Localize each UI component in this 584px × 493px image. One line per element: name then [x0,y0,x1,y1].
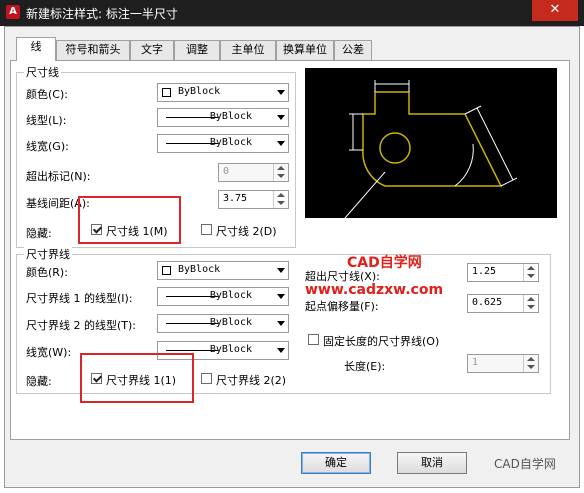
extension-lines-title: 尺寸界线 [24,246,72,262]
color-swatch-icon [162,88,171,97]
ext-linetype1-label: 尺寸界线 1 的线型(I): [26,292,133,305]
dropdown-arrow-icon [277,294,285,299]
dim-line-right [476,107,514,181]
dropdown-arrow-icon [277,115,285,120]
part-hole [379,132,411,164]
offset-stepper[interactable]: 0.625 [467,294,539,313]
dim-suppress-label: 隐藏: [26,227,52,240]
length-stepper[interactable]: 1 [467,354,539,373]
ext-linetype2-select[interactable]: ByBlock [157,314,289,333]
dropdown-arrow-icon [277,348,285,353]
watermark-url: www.cadzxw.com [305,282,444,298]
spin-down-icon[interactable] [277,174,285,178]
dim-text-radius: R11,17 [351,188,381,218]
spin-up-icon[interactable] [277,166,285,170]
tab-fit[interactable]: 调整 [174,40,220,60]
length-label: 长度(E): [344,360,386,373]
ext-line-right-2 [500,177,518,187]
tab-alternate-units[interactable]: 换算单位 [276,40,334,60]
suppress-ext-line-2-label: 尺寸界线 2(2) [216,374,287,387]
color-swatch-icon [162,266,171,275]
baseline-spacing-stepper[interactable]: 3.75 [218,190,289,209]
fixed-length-checkbox[interactable] [308,334,319,345]
dropdown-arrow-icon [277,141,285,146]
spin-down-icon[interactable] [277,201,285,205]
spin-down-icon[interactable] [527,365,535,369]
dropdown-arrow-icon [277,268,285,273]
tab-primary-units[interactable]: 主单位 [220,40,276,60]
dim-text-angle: 60° [444,149,461,168]
cancel-button[interactable]: 取消 [397,452,467,474]
tab-text[interactable]: 文字 [130,40,174,60]
ext-line-right-1 [464,105,482,115]
dim-arc-angle [454,143,474,187]
dim-text-left: 16,6 [341,126,352,146]
dim-lineweight-label: 线宽(G): [26,140,69,153]
dim-linetype-select[interactable]: ByBlock [157,108,289,127]
dim-text-top: 14,11 [381,74,406,85]
close-button[interactable]: ✕ [532,0,578,21]
extend-ticks-label: 超出标记(N): [26,170,91,183]
highlight-box [78,196,181,244]
window-title: 新建标注样式: 标注一半尺寸 [26,7,178,21]
dimension-lines-title: 尺寸线 [24,64,61,80]
tab-tolerances[interactable]: 公差 [334,40,372,60]
spin-down-icon[interactable] [527,274,535,278]
ext-linetype1-select[interactable]: ByBlock [157,287,289,306]
spin-up-icon[interactable] [527,266,535,270]
dim-text-right: 28,07 [501,118,523,146]
dropdown-arrow-icon [277,321,285,326]
suppress-dim-line-2-checkbox[interactable] [201,224,212,235]
ok-button[interactable]: 确定 [301,452,371,474]
dim-color-select[interactable]: ByBlock [157,83,289,102]
watermark-corner: CAD自学网 [494,457,556,471]
extend-beyond-stepper[interactable]: 1.25 [467,263,539,282]
preview-pane: 14,11 16,6 28,07 60° R11,17 [305,68,557,219]
ext-lineweight-label: 线宽(W): [26,346,72,359]
spin-up-icon[interactable] [527,357,535,361]
ext-color-label: 颜色(R): [26,266,68,279]
suppress-dim-line-2-label: 尺寸线 2(D) [216,225,277,238]
dim-color-label: 颜色(C): [26,88,68,101]
highlight-box [80,353,194,403]
watermark-title: CAD自学网 [347,255,422,271]
fixed-length-label: 固定长度的尺寸界线(O) [323,335,440,348]
dim-lineweight-select[interactable]: ByBlock [157,134,289,153]
ext-linetype2-label: 尺寸界线 2 的线型(T): [26,319,136,332]
dropdown-arrow-icon [277,90,285,95]
suppress-ext-line-2-checkbox[interactable] [201,373,212,384]
ext-suppress-label: 隐藏: [26,375,52,388]
dim-linetype-label: 线型(L): [26,114,67,127]
tab-lines[interactable]: 线 [16,37,56,61]
spin-up-icon[interactable] [277,193,285,197]
offset-label: 起点偏移量(F): [305,300,379,313]
spin-down-icon[interactable] [527,305,535,309]
ext-color-select[interactable]: ByBlock [157,261,289,280]
extend-ticks-stepper[interactable]: 0 [218,163,289,182]
spin-up-icon[interactable] [527,297,535,301]
tab-symbols-arrows[interactable]: 符号和箭头 [56,40,130,60]
autocad-logo-icon: A [6,5,20,19]
preview-drawing: 14,11 16,6 28,07 60° R11,17 [341,74,523,219]
